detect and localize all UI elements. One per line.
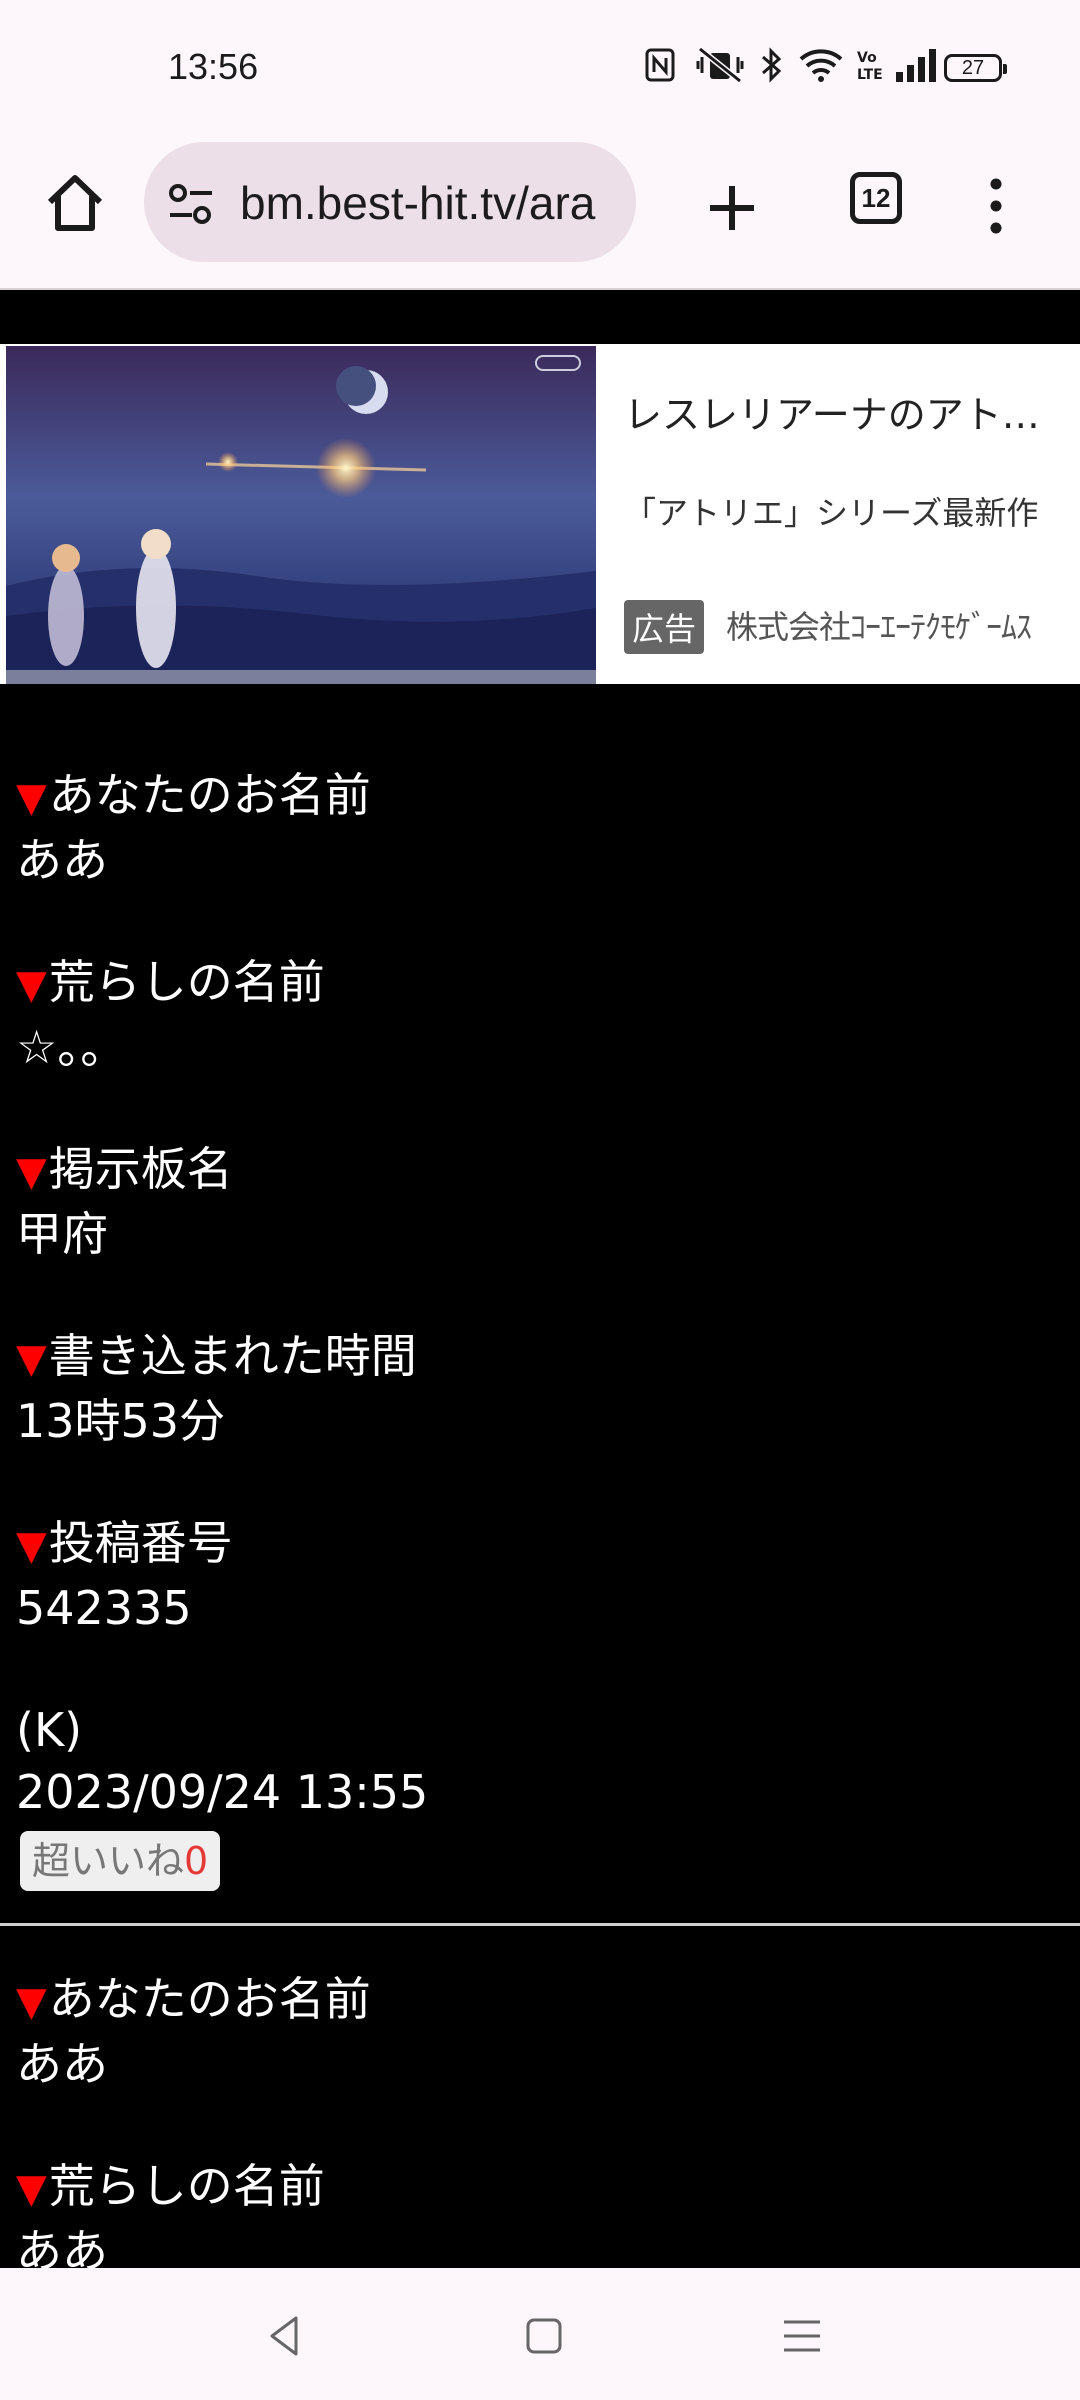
red-triangle-icon: ▼ <box>16 1336 47 1382</box>
square-icon <box>526 2318 562 2354</box>
kebab-menu-icon <box>990 178 1002 234</box>
field-value: 13時53分 <box>16 1394 226 1448</box>
post-list: ▼あなたのお名前 ああ ▼荒らしの名前 ☆。。 ▼掲示板名 甲府 ▼書き込まれた… <box>0 684 1080 2268</box>
field-value: 甲府 <box>16 1207 108 1261</box>
field-label: ▼荒らしの名前 <box>16 2159 325 2213</box>
red-triangle-icon: ▼ <box>16 2166 47 2212</box>
field-value: ああ <box>16 2037 108 2091</box>
post: ▼あなたのお名前 ああ ▼荒らしの名前 ☆。。 ▼掲示板名 甲府 ▼書き込まれた… <box>0 684 1080 1891</box>
post-field: ▼荒らしの名前 ああ <box>16 2155 1064 2268</box>
status-bar: 13:56 Vo LTE 27 <box>0 0 1080 140</box>
address-bar[interactable]: bm.best-hit.tv/ara <box>144 142 636 262</box>
post: ▼あなたのお名前 ああ ▼荒らしの名前 ああ <box>0 1926 1080 2268</box>
recents-button[interactable] <box>778 2312 826 2360</box>
wifi-icon <box>796 40 846 90</box>
status-time: 13:56 <box>168 46 259 87</box>
red-triangle-icon: ▼ <box>16 962 47 1008</box>
ad-image[interactable] <box>6 346 596 684</box>
url-fade <box>596 142 636 262</box>
ad-badge: 広告 <box>624 600 705 654</box>
system-nav-bar <box>0 2268 1080 2400</box>
post-field: ▼投稿番号 542335 <box>16 1512 1064 1639</box>
super-like-button[interactable]: 超いいね0 <box>20 1831 221 1891</box>
svg-text:LTE: LTE <box>857 67 883 82</box>
svg-text:Vo: Vo <box>857 50 877 66</box>
like-label: 超いいね <box>32 1839 185 1883</box>
home-nav-button[interactable] <box>520 2312 568 2360</box>
post-field: ▼あなたのお名前 ああ <box>16 1968 1064 2095</box>
home-icon <box>47 175 103 231</box>
red-triangle-icon: ▼ <box>16 1523 47 1569</box>
field-value: ああ <box>16 2224 108 2268</box>
red-triangle-icon: ▼ <box>16 1979 47 2025</box>
back-icon <box>270 2316 298 2356</box>
nfc-icon <box>642 40 678 90</box>
ad-description[interactable]: 「アトリエ」シリーズ最新作 <box>624 488 1054 534</box>
url-text: bm.best-hit.tv/ara <box>240 177 596 229</box>
post-field: ▼掲示板名 甲府 <box>16 1138 1064 1265</box>
field-label: ▼荒らしの名前 <box>16 955 325 1009</box>
signal-icon <box>892 40 940 90</box>
field-label: ▼書き込まれた時間 <box>16 1329 417 1383</box>
field-value: ああ <box>16 833 108 887</box>
field-value: 542335 <box>16 1581 192 1635</box>
home-button[interactable] <box>40 168 110 238</box>
post-field: ▼あなたのお名前 ああ <box>16 764 1064 891</box>
vibrate-off-icon <box>694 40 746 90</box>
post-author: (K) <box>16 1703 83 1757</box>
menu-lines-icon <box>784 2320 820 2352</box>
red-triangle-icon: ▼ <box>16 775 47 821</box>
red-triangle-icon: ▼ <box>16 1149 47 1195</box>
ad-advertiser: 株式会社ｺｰｴｰﾃｸﾓｹﾞｰﾑｽ <box>726 608 1032 646</box>
like-count: 0 <box>184 1839 209 1883</box>
ad-title[interactable]: レスレリアーナのアトリエ <box>624 384 1054 439</box>
bluetooth-icon <box>756 40 786 90</box>
more-menu-button[interactable] <box>976 170 1016 242</box>
post-field: ▼書き込まれた時間 13時53分 <box>16 1325 1064 1452</box>
field-label: ▼投稿番号 <box>16 1516 233 1570</box>
browser-toolbar: bm.best-hit.tv/ara 12 <box>0 140 1080 290</box>
site-settings-icon[interactable] <box>166 182 216 226</box>
new-tab-button[interactable] <box>696 172 768 244</box>
post-field: ▼荒らしの名前 ☆。。 <box>16 951 1064 1078</box>
ad-banner[interactable]: レスレリアーナのアトリエ 「アトリエ」シリーズ最新作 広告 株式会社ｺｰｴｰﾃｸ… <box>0 344 1080 684</box>
field-value: ☆。。 <box>16 1020 127 1074</box>
field-label: ▼あなたのお名前 <box>16 768 371 822</box>
tab-switcher-button[interactable]: 12 <box>850 172 902 224</box>
post-datetime: 2023/09/24 13:55 <box>16 1765 429 1819</box>
field-label: ▼あなたのお名前 <box>16 1972 371 2026</box>
field-label: ▼掲示板名 <box>16 1142 233 1196</box>
back-button[interactable] <box>262 2312 310 2360</box>
status-icons: Vo LTE 27 <box>620 40 1080 90</box>
plus-icon <box>710 186 754 230</box>
volte-icon: Vo LTE <box>854 40 884 90</box>
battery-icon: 27 <box>944 54 1007 82</box>
